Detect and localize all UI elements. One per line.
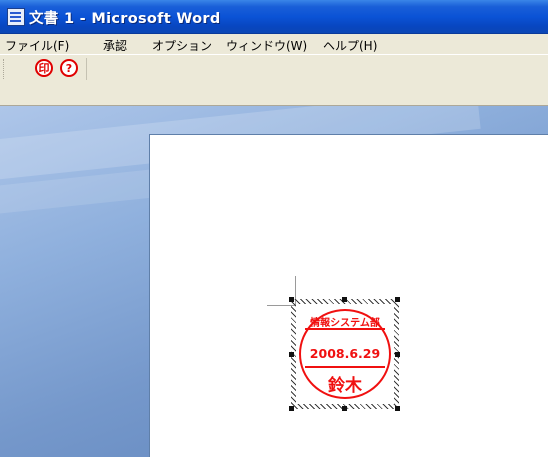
window-title: 文書 1 - Microsoft Word (29, 11, 221, 27)
resize-handle[interactable] (395, 352, 400, 357)
word-document-icon[interactable] (7, 8, 25, 26)
menu-help[interactable]: ヘルプ(H) (323, 37, 377, 54)
stamp-divider (305, 366, 385, 368)
stamp-department: 情報システム部 (310, 318, 380, 329)
menu-options[interactable]: オプション (152, 37, 212, 54)
stamp-name: 鈴木 (328, 376, 362, 396)
title-bar[interactable]: 文書 1 - Microsoft Word (0, 0, 548, 34)
approval-stamp[interactable]: 情報システム部 2008.6.29 鈴木 (299, 309, 393, 401)
stamp-date: 2008.6.29 (309, 346, 381, 361)
resize-handle[interactable] (395, 406, 400, 411)
resize-handle[interactable] (342, 297, 347, 302)
menu-bar: ファイル(F) 承認 オプション ウィンドウ(W) ヘルプ(H) (0, 34, 548, 55)
menu-window[interactable]: ウィンドウ(W) (226, 37, 307, 54)
resize-handle[interactable] (395, 297, 400, 302)
toolbar-separator (86, 58, 87, 80)
toolbar-grip[interactable] (3, 59, 7, 79)
resize-handle[interactable] (289, 406, 294, 411)
toolbar: 印 ? (0, 55, 548, 106)
resize-handle[interactable] (342, 406, 347, 411)
resize-handle[interactable] (289, 352, 294, 357)
menu-file[interactable]: ファイル(F) (5, 37, 69, 54)
resize-handle[interactable] (289, 297, 294, 302)
document-workspace (0, 106, 548, 457)
seal-icon[interactable]: 印 (35, 59, 53, 77)
help-icon[interactable]: ? (60, 59, 78, 77)
menu-approval[interactable]: 承認 (103, 37, 127, 54)
